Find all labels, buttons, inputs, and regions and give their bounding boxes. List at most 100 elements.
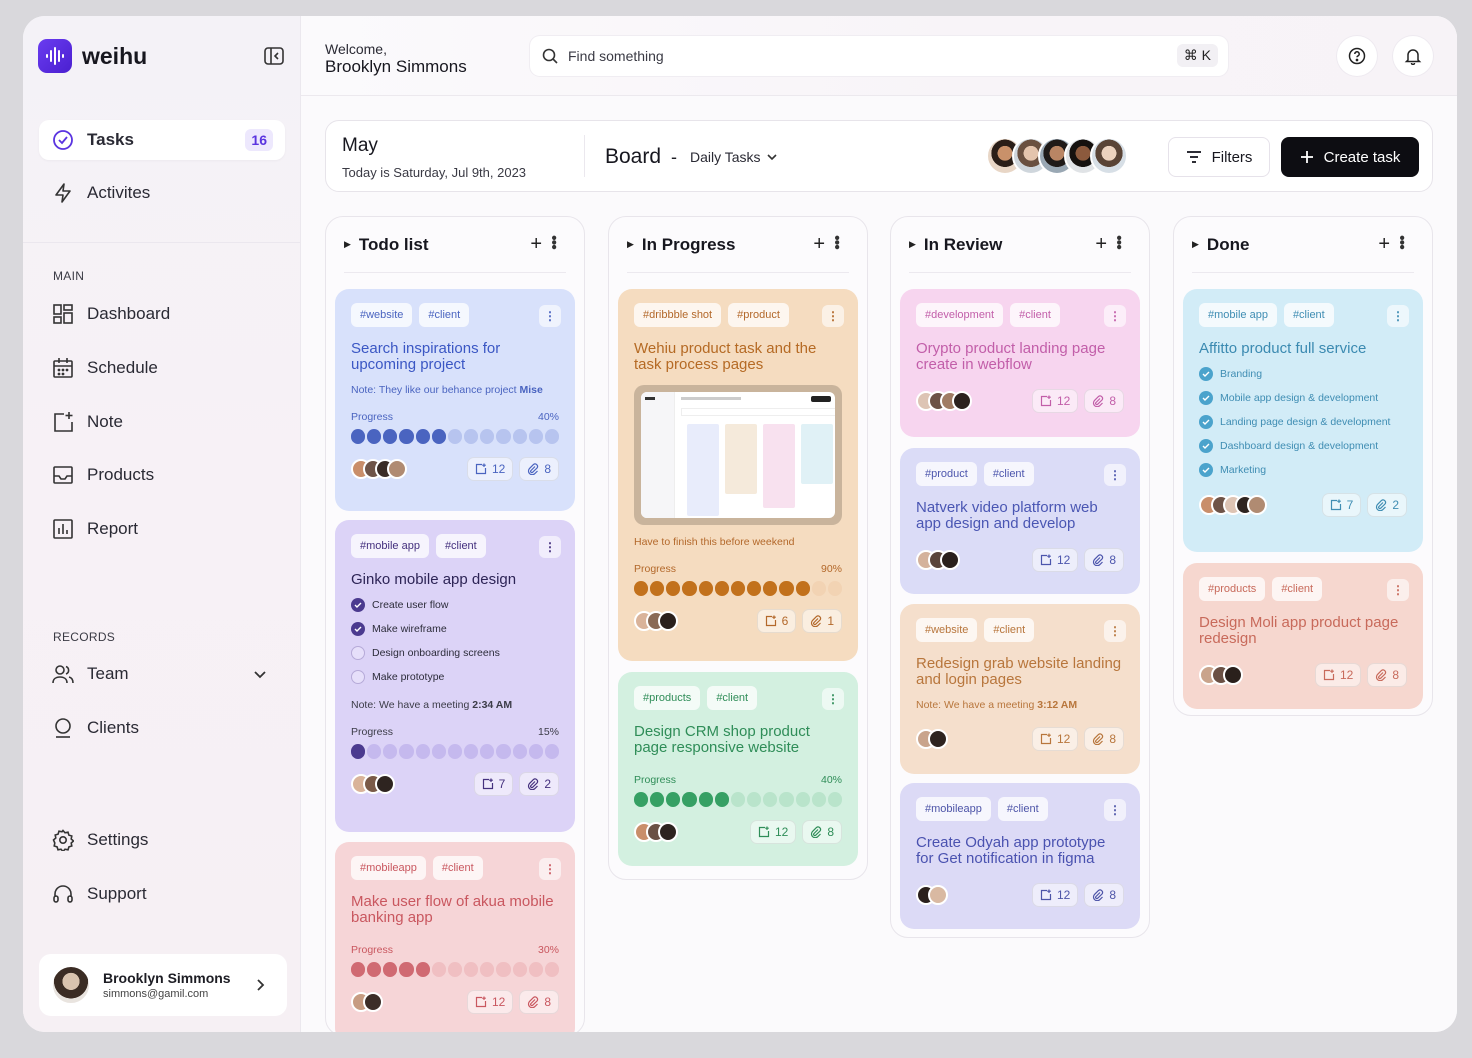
card-menu-icon[interactable]: ⋮ bbox=[1104, 620, 1126, 642]
attachment-count[interactable]: 8 bbox=[1084, 389, 1124, 413]
add-task-button[interactable]: + bbox=[530, 233, 542, 256]
tag[interactable]: #client bbox=[983, 462, 1034, 486]
subtask-count[interactable]: 12 bbox=[466, 456, 514, 481]
task-card[interactable]: #mobile app #client ⋮ Ginko mobile app de… bbox=[335, 520, 575, 832]
collapse-caret-icon[interactable]: ▶ bbox=[1192, 239, 1199, 250]
add-task-button[interactable]: + bbox=[1095, 233, 1107, 256]
checklist-item[interactable]: Landing page design & development bbox=[1199, 415, 1407, 429]
subtask-count[interactable]: 12 bbox=[1031, 883, 1079, 907]
card-menu-icon[interactable]: ⋮ bbox=[1104, 799, 1126, 821]
sidebar-item-tasks[interactable]: Tasks 16 bbox=[39, 120, 285, 160]
attachment-count[interactable]: 8 bbox=[1367, 663, 1407, 687]
create-task-button[interactable]: Create task bbox=[1281, 137, 1419, 177]
tag[interactable]: #website bbox=[916, 618, 978, 642]
subtask-count[interactable]: 7 bbox=[1321, 493, 1362, 517]
assignee-avatars[interactable] bbox=[916, 550, 960, 570]
assignee-avatars[interactable] bbox=[1199, 495, 1267, 515]
tag[interactable]: #client bbox=[707, 686, 758, 710]
task-card[interactable]: #development #client ⋮ Orypto product lan… bbox=[900, 289, 1140, 437]
tag[interactable]: #client bbox=[1283, 303, 1334, 327]
assignee-avatars[interactable] bbox=[634, 610, 678, 631]
add-task-button[interactable]: + bbox=[1378, 233, 1390, 256]
assignee-avatars[interactable] bbox=[634, 821, 678, 842]
sidebar-item-clients[interactable]: Clients bbox=[39, 708, 285, 748]
task-card[interactable]: #website #client ⋮ Search inspirations fo… bbox=[335, 289, 575, 511]
sidebar-item-activites[interactable]: Activites bbox=[39, 173, 285, 213]
column-menu-icon[interactable]: ••• bbox=[1392, 235, 1410, 249]
tag[interactable]: #products bbox=[1199, 577, 1266, 601]
tag[interactable]: #mobile app bbox=[1199, 303, 1277, 327]
assignee-avatars[interactable] bbox=[916, 885, 948, 905]
checklist-item[interactable]: Marketing bbox=[1199, 463, 1407, 477]
tag[interactable]: #dribbble shot bbox=[634, 303, 722, 327]
column-menu-icon[interactable]: ••• bbox=[827, 235, 845, 249]
team-avatars[interactable] bbox=[986, 137, 1128, 175]
checklist-item[interactable]: Branding bbox=[1199, 367, 1407, 381]
checklist-item[interactable]: Mobile app design & development bbox=[1199, 391, 1407, 405]
column-menu-icon[interactable]: ••• bbox=[544, 235, 562, 249]
column-menu-icon[interactable]: ••• bbox=[1109, 235, 1127, 249]
tag[interactable]: #client bbox=[1272, 577, 1323, 601]
user-profile-card[interactable]: Brooklyn Simmons simmons@gamil.com bbox=[39, 954, 287, 1016]
card-menu-icon[interactable]: ⋮ bbox=[1104, 464, 1126, 486]
sidebar-item-team[interactable]: Team bbox=[39, 654, 285, 694]
subtask-count[interactable]: 12 bbox=[1031, 548, 1079, 572]
attachment-count[interactable]: 8 bbox=[519, 989, 559, 1014]
assignee-avatars[interactable] bbox=[351, 458, 407, 479]
chevron-down-icon[interactable] bbox=[253, 667, 267, 681]
sidebar-collapse-icon[interactable] bbox=[263, 46, 285, 66]
task-card[interactable]: #product #client ⋮ Natverk video platform… bbox=[900, 448, 1140, 594]
collapse-caret-icon[interactable]: ▶ bbox=[344, 239, 351, 250]
assignee-avatars[interactable] bbox=[351, 773, 395, 794]
card-menu-icon[interactable]: ⋮ bbox=[539, 305, 561, 327]
assignee-avatars[interactable] bbox=[916, 391, 972, 411]
checklist-item[interactable]: Make wireframe bbox=[351, 622, 559, 636]
task-card[interactable]: #website #client ⋮ Redesign grab website … bbox=[900, 604, 1140, 774]
card-menu-icon[interactable]: ⋮ bbox=[539, 536, 561, 558]
checklist-item[interactable]: Create user flow bbox=[351, 598, 559, 612]
card-menu-icon[interactable]: ⋮ bbox=[1387, 305, 1409, 327]
tag[interactable]: #client bbox=[984, 618, 1035, 642]
sidebar-item-schedule[interactable]: Schedule bbox=[39, 348, 285, 388]
tag[interactable]: #product bbox=[728, 303, 789, 327]
assignee-avatars[interactable] bbox=[351, 991, 383, 1012]
assignee-avatars[interactable] bbox=[1199, 665, 1243, 685]
subtask-count[interactable]: 12 bbox=[749, 819, 797, 844]
task-card[interactable]: #mobile app #client ⋮ Affitto product ful… bbox=[1183, 289, 1423, 552]
view-selector[interactable]: Daily Tasks bbox=[690, 149, 777, 165]
sidebar-item-support[interactable]: Support bbox=[39, 874, 285, 914]
subtask-count[interactable]: 12 bbox=[466, 989, 514, 1014]
assignee-avatars[interactable] bbox=[916, 729, 948, 749]
tag[interactable]: #website bbox=[351, 303, 413, 327]
tag[interactable]: #product bbox=[916, 462, 977, 486]
task-card[interactable]: #mobileapp #client ⋮ Create Odyah app pro… bbox=[900, 783, 1140, 929]
sidebar-item-products[interactable]: Products bbox=[39, 455, 285, 495]
tag[interactable]: #client bbox=[1010, 303, 1060, 327]
sidebar-item-report[interactable]: Report bbox=[39, 509, 285, 549]
logo[interactable]: weihu bbox=[38, 39, 147, 73]
collapse-caret-icon[interactable]: ▶ bbox=[909, 239, 916, 250]
sidebar-item-note[interactable]: Note bbox=[39, 402, 285, 442]
attachment-count[interactable]: 1 bbox=[802, 608, 842, 633]
tag[interactable]: #client bbox=[997, 797, 1048, 821]
task-card[interactable]: #mobileapp #client ⋮ Make user flow of ak… bbox=[335, 842, 575, 1032]
attachment-count[interactable]: 8 bbox=[519, 456, 559, 481]
collapse-caret-icon[interactable]: ▶ bbox=[627, 239, 634, 250]
tag[interactable]: #mobile app bbox=[351, 534, 429, 558]
attachment-count[interactable]: 8 bbox=[1084, 883, 1124, 907]
tag[interactable]: #client bbox=[435, 534, 486, 558]
subtask-count[interactable]: 12 bbox=[1031, 389, 1079, 413]
tag[interactable]: #client bbox=[419, 303, 470, 327]
sidebar-item-settings[interactable]: Settings bbox=[39, 820, 285, 860]
tag[interactable]: #client bbox=[432, 856, 483, 880]
subtask-count[interactable]: 7 bbox=[473, 771, 514, 796]
add-task-button[interactable]: + bbox=[813, 233, 825, 256]
attachment-count[interactable]: 8 bbox=[802, 819, 842, 844]
attachment-count[interactable]: 8 bbox=[1084, 548, 1124, 572]
checklist-item[interactable]: Make prototype bbox=[351, 670, 559, 684]
help-button[interactable] bbox=[1337, 36, 1377, 76]
tag[interactable]: #products bbox=[634, 686, 701, 710]
filters-button[interactable]: Filters bbox=[1168, 137, 1270, 177]
tag[interactable]: #development bbox=[916, 303, 1004, 327]
tag[interactable]: #mobileapp bbox=[916, 797, 991, 821]
